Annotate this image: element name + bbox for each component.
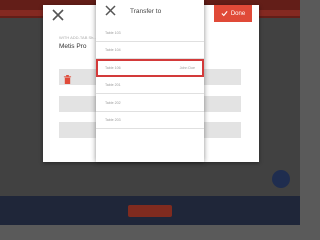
table-row[interactable]: Table 203 (96, 112, 204, 129)
table-name: Table 106 (105, 65, 121, 70)
transfer-sheet: Transfer to Table 103 Table 104 Table 10… (96, 0, 204, 162)
done-button[interactable]: Done (214, 5, 252, 22)
table-name: Table 203 (105, 118, 121, 122)
table-list: Table 103 Table 104 Table 106 John Doe T… (96, 24, 204, 129)
table-row[interactable]: Table 103 (96, 24, 204, 42)
item-meta-label: WITH ADD-TAB Sh... (59, 35, 97, 40)
table-user: John Doe (179, 65, 195, 70)
sheet-title: Transfer to (130, 8, 162, 15)
table-row[interactable]: Table 201 (96, 77, 204, 94)
table-row[interactable]: Table 202 (96, 94, 204, 112)
close-icon[interactable] (51, 8, 65, 22)
trash-icon[interactable] (63, 72, 72, 85)
table-name: Table 103 (105, 30, 121, 35)
table-name: Table 202 (105, 100, 121, 105)
table-name: Table 201 (105, 83, 121, 87)
item-name: Metis Pro (59, 43, 87, 50)
table-row[interactable]: Table 104 (96, 42, 204, 59)
close-icon[interactable] (104, 4, 117, 17)
done-label: Done (230, 10, 246, 17)
table-row-selected[interactable]: Table 106 John Doe (96, 59, 204, 77)
check-icon (221, 11, 228, 17)
table-name: Table 104 (105, 48, 121, 52)
